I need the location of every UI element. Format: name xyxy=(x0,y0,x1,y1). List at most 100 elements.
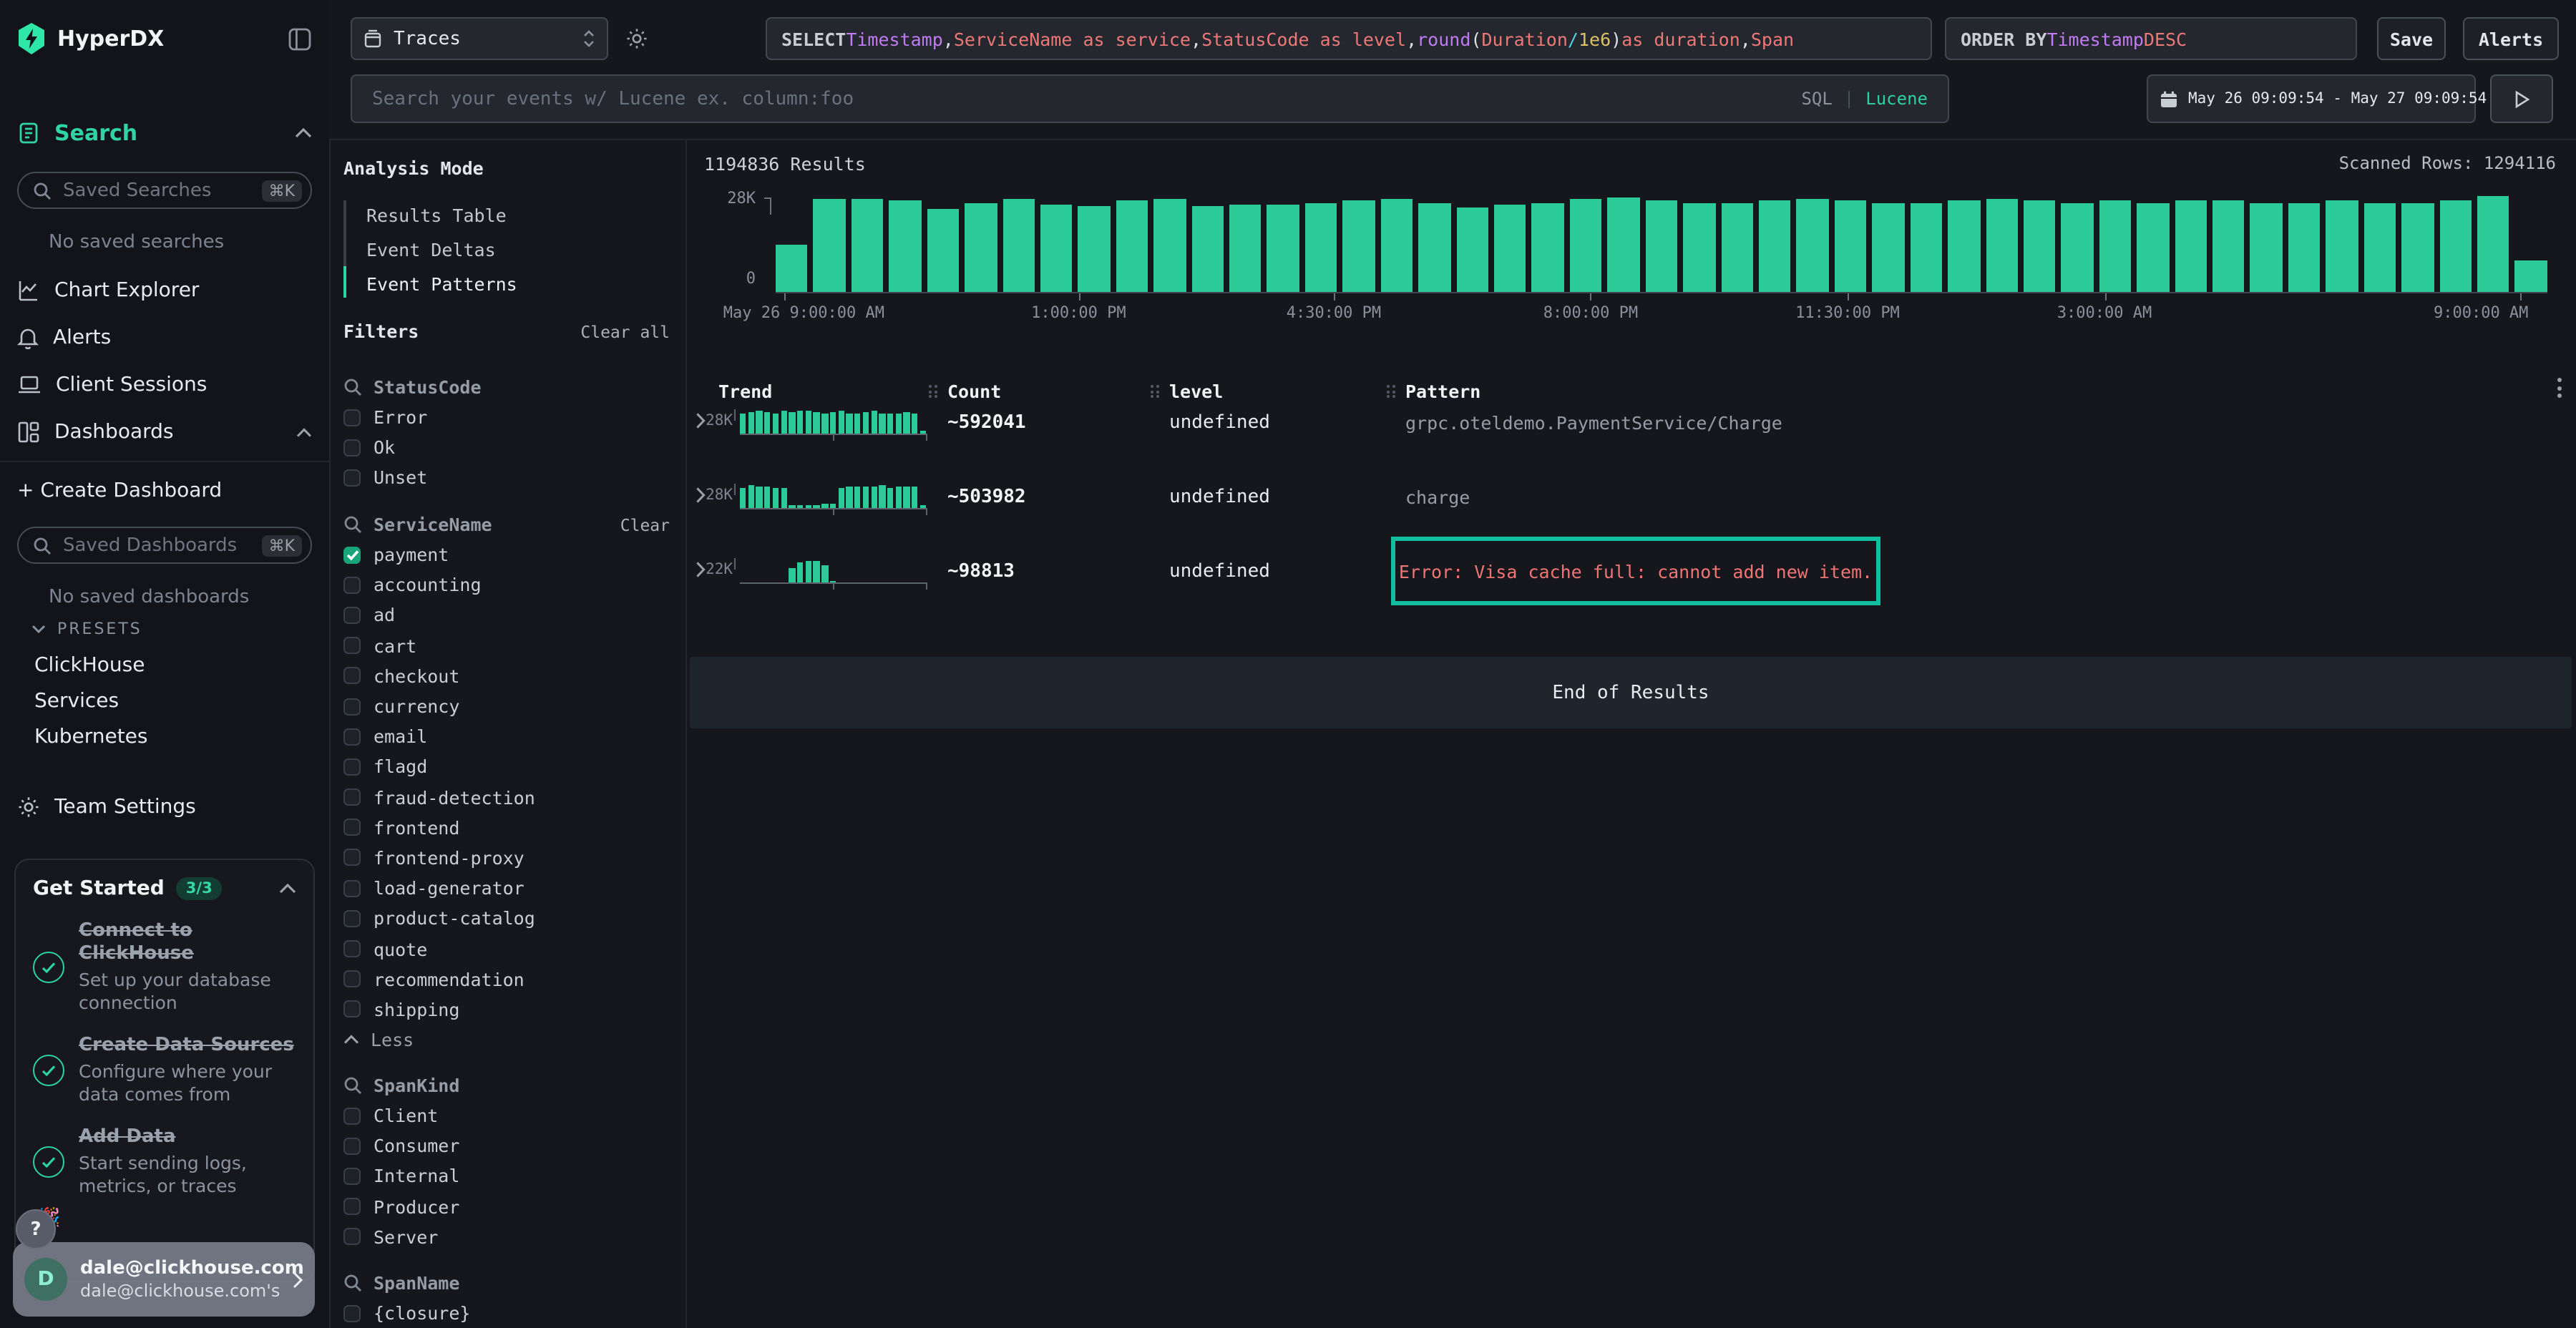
filter-option[interactable]: Unset xyxy=(343,463,670,493)
column-header-trend[interactable]: Trend xyxy=(718,381,772,402)
get-started-item[interactable]: Create Data SourcesConfigure where your … xyxy=(33,1035,296,1106)
sidebar-item-alerts[interactable]: Alerts xyxy=(17,319,312,356)
sql-select-input[interactable]: SELECT Timestamp, ServiceName as service… xyxy=(766,17,1932,60)
checkbox[interactable] xyxy=(343,728,361,745)
filter-option[interactable]: frontend-proxy xyxy=(343,843,670,873)
checkbox[interactable] xyxy=(343,409,361,426)
pattern-row[interactable]: 28K~592041undefinedgrpc.oteldemo.Payment… xyxy=(687,401,2576,444)
date-range-picker[interactable]: May 26 09:09:54 - May 27 09:09:54 xyxy=(2147,74,2476,123)
help-button[interactable]: ? xyxy=(16,1209,56,1249)
show-less-toggle[interactable]: Less xyxy=(343,1025,670,1055)
search-icon[interactable] xyxy=(343,515,362,534)
checkbox[interactable] xyxy=(343,970,361,987)
run-query-button[interactable] xyxy=(2490,74,2553,123)
clear-all-button[interactable]: Clear all xyxy=(580,321,670,341)
search-icon[interactable] xyxy=(343,1076,362,1095)
sidebar-item-search[interactable]: Search xyxy=(17,114,312,152)
pattern-row[interactable]: 22K~98813undefinedError: Visa cache full… xyxy=(687,550,2576,592)
filter-option[interactable]: email xyxy=(343,721,670,751)
sidebar-item-dashboards[interactable]: Dashboards xyxy=(17,414,312,451)
sidebar-item-chart-explorer[interactable]: Chart Explorer xyxy=(17,272,312,309)
filter-option[interactable]: Internal xyxy=(343,1161,670,1191)
column-grip-icon[interactable] xyxy=(1149,382,1161,401)
lucene-mode-toggle[interactable]: Lucene xyxy=(1865,89,1928,109)
filter-option[interactable]: shipping xyxy=(343,995,670,1025)
chevron-up-icon[interactable] xyxy=(279,883,296,894)
filter-option[interactable]: flagd xyxy=(343,752,670,782)
analysis-mode-event-patterns[interactable]: Event Patterns xyxy=(366,266,517,301)
alerts-button[interactable]: Alerts xyxy=(2463,17,2559,60)
order-by-input[interactable]: ORDER BY Timestamp DESC xyxy=(1945,17,2357,60)
get-started-item[interactable]: Connect to ClickHouseSet up your databas… xyxy=(33,920,296,1015)
get-started-item[interactable]: Add DataStart sending logs, metrics, or … xyxy=(33,1126,296,1198)
checkbox[interactable] xyxy=(343,879,361,897)
checkbox[interactable] xyxy=(343,698,361,715)
checkbox[interactable] xyxy=(343,940,361,957)
source-select[interactable]: Traces xyxy=(351,17,608,60)
filter-option[interactable]: accounting xyxy=(343,570,670,600)
preset-item-services[interactable]: Services xyxy=(34,690,119,713)
filter-option[interactable]: fraud-detection xyxy=(343,782,670,812)
filter-option[interactable]: Consumer xyxy=(343,1131,670,1161)
saved-dashboards-input[interactable]: Saved Dashboards ⌘K xyxy=(17,527,312,564)
sql-mode-toggle[interactable]: SQL xyxy=(1801,89,1832,109)
checkbox[interactable] xyxy=(343,1168,361,1185)
chevron-up-icon[interactable] xyxy=(296,427,312,437)
checkbox[interactable] xyxy=(343,1229,361,1246)
checkbox[interactable] xyxy=(343,758,361,776)
filter-option[interactable]: currency xyxy=(343,691,670,721)
sidebar-item-client-sessions[interactable]: Client Sessions xyxy=(17,366,312,404)
saved-searches-input[interactable]: Saved Searches ⌘K xyxy=(17,172,312,209)
filter-option[interactable]: payment xyxy=(343,540,670,570)
filter-option[interactable]: Producer xyxy=(343,1191,670,1221)
checkbox[interactable] xyxy=(343,1001,361,1018)
checkbox[interactable] xyxy=(343,788,361,806)
checkbox[interactable] xyxy=(343,637,361,654)
filter-option[interactable]: Server xyxy=(343,1222,670,1252)
checkbox[interactable] xyxy=(343,469,361,487)
checkbox[interactable] xyxy=(343,819,361,836)
column-grip-icon[interactable] xyxy=(1385,382,1397,401)
chevron-up-icon[interactable] xyxy=(295,127,312,139)
filter-option[interactable]: ad xyxy=(343,600,670,630)
filter-option[interactable]: cart xyxy=(343,630,670,660)
checkbox[interactable] xyxy=(343,1107,361,1124)
analysis-mode-event-deltas[interactable]: Event Deltas xyxy=(366,232,496,266)
checkbox[interactable] xyxy=(343,439,361,456)
column-header-pattern[interactable]: Pattern xyxy=(1405,381,1480,402)
search-icon[interactable] xyxy=(343,378,362,396)
column-grip-icon[interactable] xyxy=(927,382,939,401)
checkbox[interactable] xyxy=(343,668,361,685)
filter-option[interactable]: {closure} xyxy=(343,1298,670,1328)
table-menu-kebab-icon[interactable] xyxy=(2557,378,2562,398)
filter-option[interactable]: Ok xyxy=(343,432,670,462)
filter-option[interactable]: quote xyxy=(343,934,670,964)
gear-icon[interactable] xyxy=(625,27,648,50)
presets-toggle[interactable]: PRESETS xyxy=(31,620,142,638)
filter-option[interactable]: Error xyxy=(343,402,670,432)
checkbox[interactable] xyxy=(343,1138,361,1155)
filter-option[interactable]: product-catalog xyxy=(343,904,670,934)
preset-item-kubernetes[interactable]: Kubernetes xyxy=(34,726,148,748)
search-input[interactable]: Search your events w/ Lucene ex. column:… xyxy=(351,74,1949,123)
checkbox[interactable] xyxy=(343,1198,361,1215)
user-menu[interactable]: D dale@clickhouse.com dale@clickhouse.co… xyxy=(13,1242,315,1317)
analysis-mode-results-table[interactable]: Results Table xyxy=(366,197,507,232)
checkbox[interactable] xyxy=(343,910,361,927)
filter-option[interactable]: frontend xyxy=(343,812,670,842)
column-header-count[interactable]: Count xyxy=(947,381,1001,402)
filter-option[interactable]: Client xyxy=(343,1100,670,1131)
column-header-level[interactable]: level xyxy=(1169,381,1223,402)
sidebar-item-team-settings[interactable]: Team Settings xyxy=(17,788,312,826)
checkbox[interactable] xyxy=(343,1304,361,1322)
preset-item-clickhouse[interactable]: ClickHouse xyxy=(34,654,145,677)
checkbox[interactable] xyxy=(343,577,361,594)
filter-option[interactable]: recommendation xyxy=(343,964,670,994)
filter-option[interactable]: checkout xyxy=(343,661,670,691)
clear-filter-button[interactable]: Clear xyxy=(620,514,670,534)
checkbox[interactable] xyxy=(343,849,361,866)
sidebar-collapse-icon[interactable] xyxy=(288,26,312,51)
pattern-row[interactable]: 28K~503982undefinedcharge xyxy=(687,475,2576,518)
search-icon[interactable] xyxy=(343,1274,362,1292)
save-button[interactable]: Save xyxy=(2377,17,2446,60)
